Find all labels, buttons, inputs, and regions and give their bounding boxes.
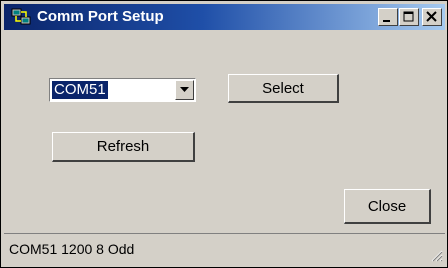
port-dropdown[interactable]: COM51	[49, 78, 196, 102]
network-computer-icon	[11, 8, 31, 26]
minimize-icon	[383, 20, 390, 22]
maximize-button[interactable]	[399, 8, 419, 26]
title-bar[interactable]: Comm Port Setup	[4, 4, 445, 30]
select-button[interactable]: Select	[228, 74, 339, 103]
maximize-icon	[403, 11, 414, 22]
close-icon	[426, 11, 437, 22]
close-window-button[interactable]	[422, 8, 442, 26]
port-dropdown-value: COM51	[52, 81, 108, 99]
refresh-button[interactable]: Refresh	[52, 132, 195, 162]
chevron-down-icon	[180, 87, 189, 92]
close-button[interactable]: Close	[344, 189, 431, 224]
port-dropdown-arrow-button[interactable]	[175, 80, 194, 100]
status-text: COM51 1200 8 Odd	[9, 241, 135, 257]
status-bar: COM51 1200 8 Odd	[4, 233, 445, 264]
comm-port-setup-window: Comm Port Setup COM51 Select Refresh Clo…	[0, 0, 448, 268]
minimize-button[interactable]	[378, 8, 398, 26]
resize-grip-icon[interactable]	[429, 248, 443, 262]
window-title: Comm Port Setup	[37, 8, 164, 25]
